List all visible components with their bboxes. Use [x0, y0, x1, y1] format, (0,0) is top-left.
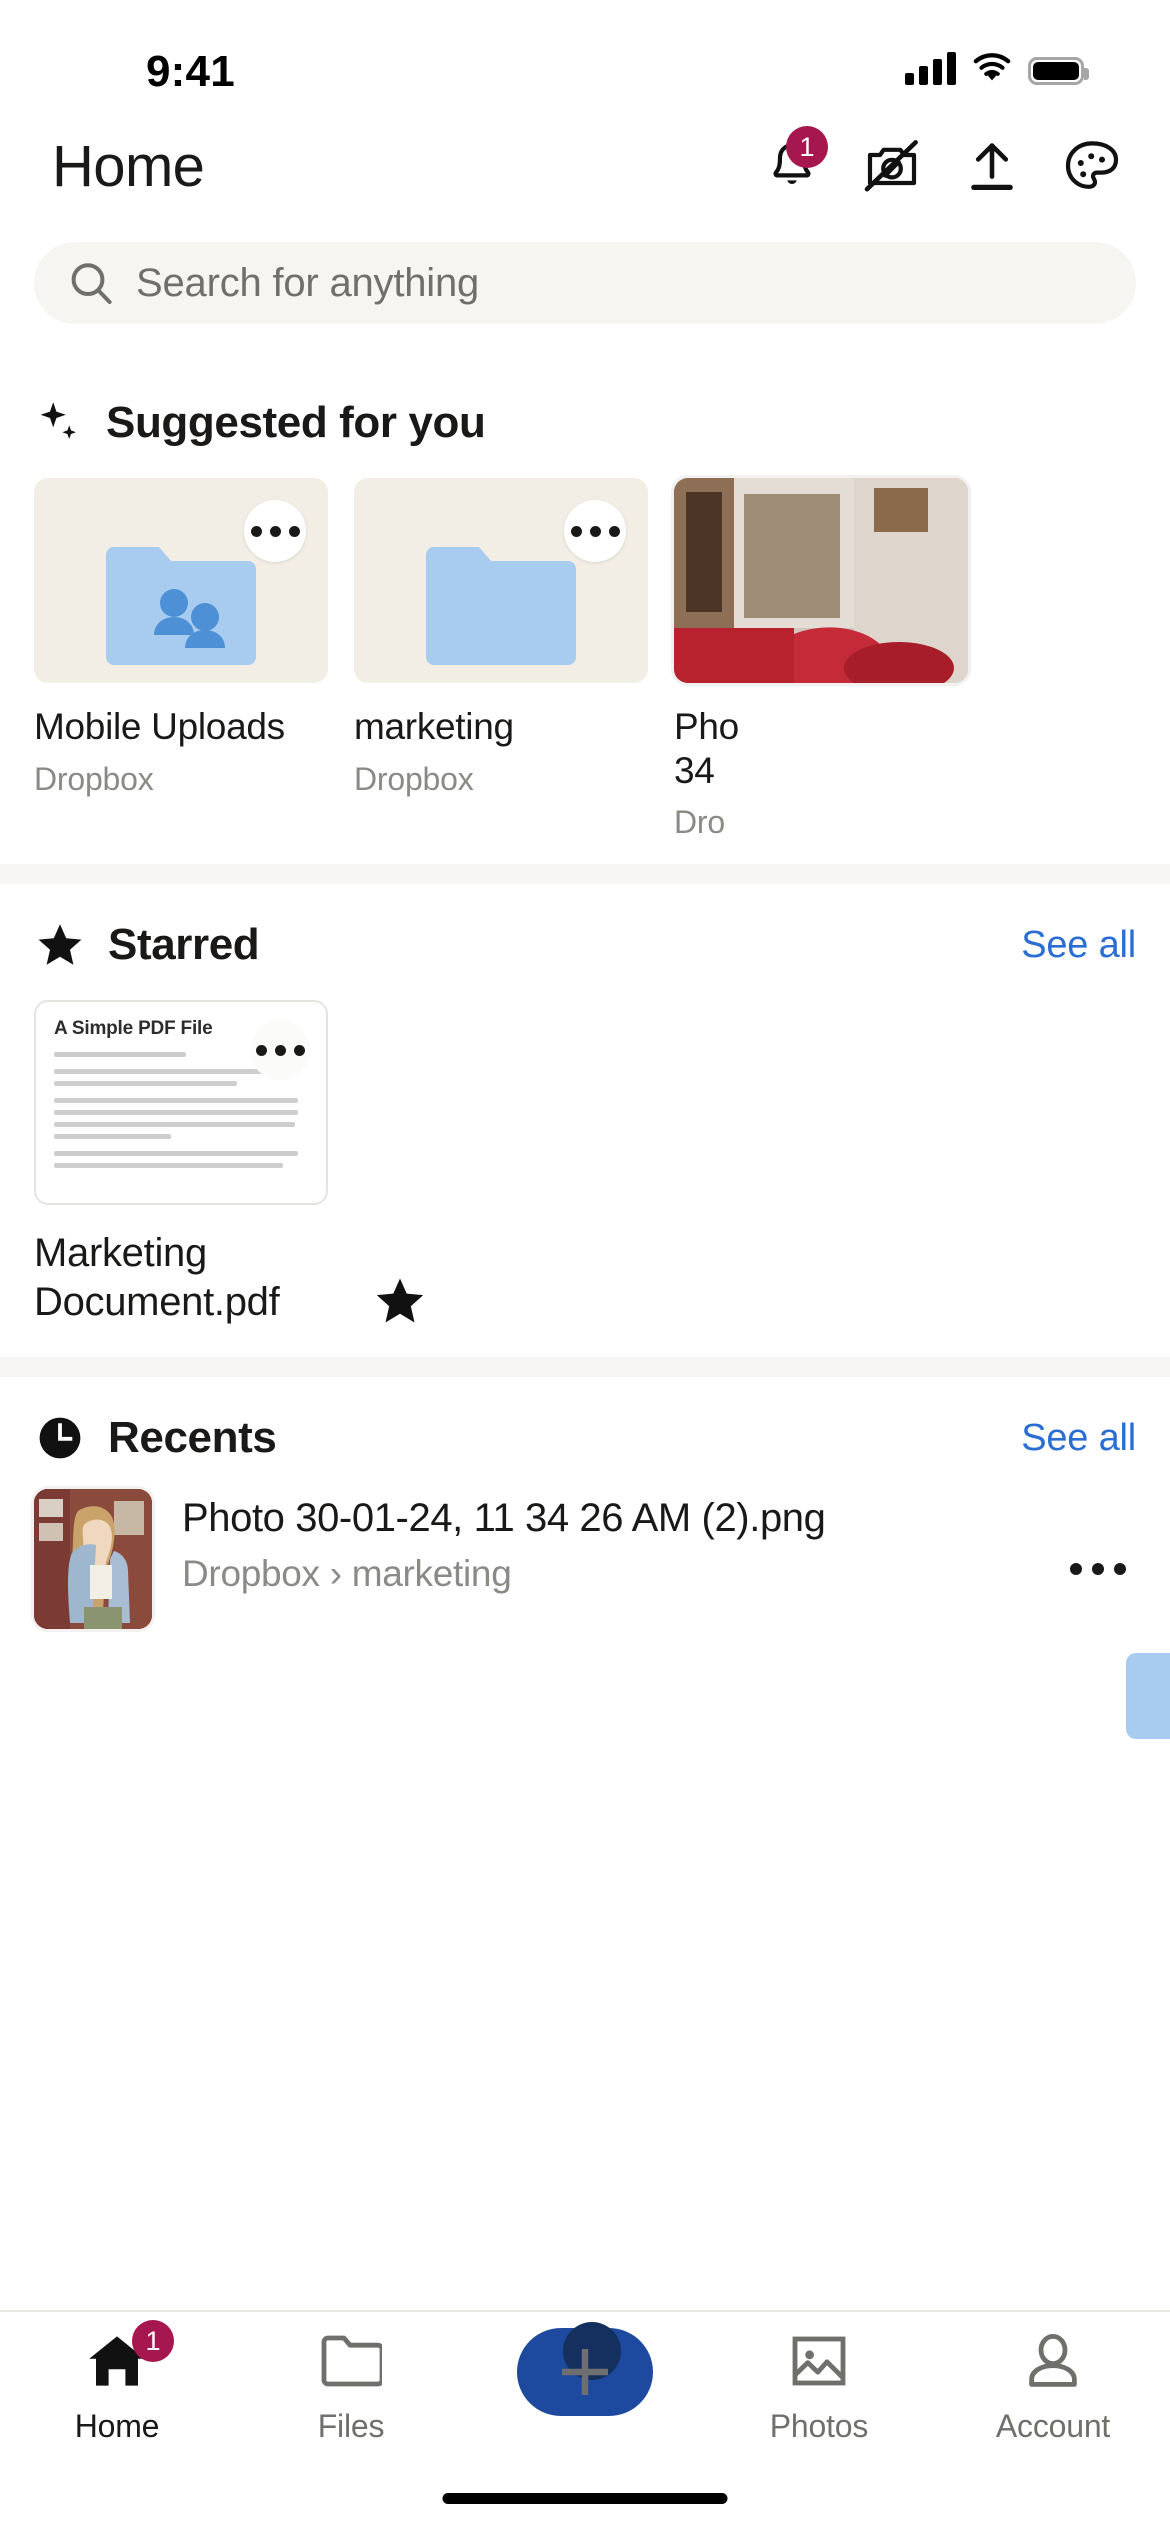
- sparkle-icon: [36, 399, 82, 447]
- search-section: Search for anything: [0, 220, 1170, 324]
- palette-icon[interactable]: [1064, 138, 1120, 194]
- folder-icon: [1126, 1653, 1170, 1739]
- tab-files[interactable]: Files: [234, 2330, 468, 2445]
- starred-see-all-link[interactable]: See all: [1021, 924, 1136, 967]
- recents-title: Recents: [108, 1413, 276, 1463]
- tab-label: Account: [996, 2408, 1110, 2445]
- create-button[interactable]: [517, 2328, 653, 2416]
- app-header: Home 1: [0, 112, 1170, 220]
- clock-icon: [36, 1414, 84, 1462]
- search-input[interactable]: Search for anything: [34, 242, 1136, 324]
- starred-list: A Simple PDF File Marketing Document.pd: [0, 982, 1170, 1357]
- photo-icon: [789, 2330, 849, 2392]
- list-item-text: Photo 30-01-24, 11 34 26 AM (2).png Drop…: [182, 1489, 1040, 1595]
- photo-preview: [674, 478, 968, 683]
- header-actions: 1: [764, 138, 1120, 194]
- tab-label: Photos: [770, 2408, 868, 2445]
- pdf-thumbnail[interactable]: A Simple PDF File: [34, 1000, 328, 1205]
- suggested-card-location: Dropbox: [354, 761, 648, 799]
- plus-icon: [555, 2342, 615, 2402]
- camera-upload-off-icon[interactable]: [864, 138, 920, 194]
- folder-icon: [426, 547, 576, 665]
- overflow-menu-icon[interactable]: [250, 1020, 310, 1080]
- star-icon: [36, 921, 84, 969]
- status-bar: 9:41: [0, 0, 1170, 112]
- tab-home[interactable]: 1 Home: [0, 2330, 234, 2445]
- tab-photos[interactable]: Photos: [702, 2330, 936, 2445]
- suggested-card-location: Dropbox: [34, 761, 328, 799]
- starred-section-header: Starred See all: [0, 908, 1170, 982]
- suggested-card-location: Dro: [674, 804, 968, 842]
- battery-icon: [1028, 57, 1084, 85]
- home-icon: 1: [86, 2330, 148, 2392]
- suggested-card-name: Pho 34: [674, 705, 968, 792]
- upload-icon[interactable]: [964, 138, 1020, 194]
- status-bar-indicators: [905, 52, 1084, 85]
- bottom-navigation: 1 Home Files: [0, 2310, 1170, 2532]
- suggested-card[interactable]: marketing Dropbox: [354, 478, 648, 842]
- recents-section-header: Recents See all: [0, 1401, 1170, 1475]
- notifications-badge: 1: [786, 126, 828, 168]
- suggested-carousel[interactable]: Mobile Uploads Dropbox marketing Dropbox: [0, 460, 1170, 842]
- search-placeholder: Search for anything: [136, 261, 479, 306]
- tab-label: Home: [75, 2408, 160, 2445]
- overflow-menu-icon[interactable]: [564, 500, 626, 562]
- starred-title: Starred: [108, 920, 259, 970]
- tab-account[interactable]: Account: [936, 2330, 1170, 2445]
- photo-thumbnail: [34, 1489, 152, 1629]
- folder-icon: [320, 2330, 382, 2392]
- starred-item-row: Marketing Document.pdf: [34, 1229, 504, 1327]
- notifications-bell-icon[interactable]: 1: [764, 138, 820, 194]
- tab-create[interactable]: [468, 2330, 702, 2416]
- list-item-name: Photo 30-01-24, 11 34 26 AM (2).png: [182, 1493, 1040, 1543]
- home-tab-badge: 1: [132, 2320, 174, 2362]
- folder-thumbnail[interactable]: [34, 478, 328, 683]
- person-icon: [1024, 2330, 1082, 2392]
- status-bar-time: 9:41: [146, 47, 235, 97]
- suggested-title: Suggested for you: [106, 398, 485, 448]
- recents-see-all-link[interactable]: See all: [1021, 1417, 1136, 1460]
- home-indicator: [443, 2493, 728, 2504]
- app-screen: 9:41 Home 1: [0, 0, 1170, 2532]
- overflow-menu-icon[interactable]: [244, 500, 306, 562]
- list-item-path: Dropbox › marketing: [182, 1553, 1040, 1595]
- pdf-preview-body: [54, 1098, 308, 1139]
- pdf-preview-body: [54, 1151, 308, 1168]
- overflow-menu-icon[interactable]: [1070, 1489, 1136, 1575]
- shared-folder-icon: [106, 547, 256, 665]
- suggested-card-name: marketing: [354, 705, 648, 749]
- wifi-icon: [972, 52, 1012, 85]
- tab-label: Files: [318, 2408, 385, 2445]
- cellular-signal-icon: [905, 52, 956, 85]
- suggested-section-header: Suggested for you: [0, 386, 1170, 460]
- search-icon: [68, 260, 114, 306]
- folder-thumbnail[interactable]: [354, 478, 648, 683]
- page-title: Home: [52, 133, 204, 200]
- star-icon[interactable]: [374, 1275, 426, 1327]
- suggested-card[interactable]: Pho 34 Dro: [674, 478, 968, 842]
- list-item[interactable]: Photo 30-01-24, 11 34 26 AM (2).png Drop…: [0, 1475, 1170, 1629]
- photo-preview: [34, 1489, 152, 1629]
- starred-item-name: Marketing Document.pdf: [34, 1229, 334, 1327]
- suggested-card[interactable]: Mobile Uploads Dropbox: [34, 478, 328, 842]
- suggested-card-name: Mobile Uploads: [34, 705, 328, 749]
- section-divider: [0, 1357, 1170, 1377]
- section-divider: [0, 864, 1170, 884]
- photo-thumbnail[interactable]: [674, 478, 968, 683]
